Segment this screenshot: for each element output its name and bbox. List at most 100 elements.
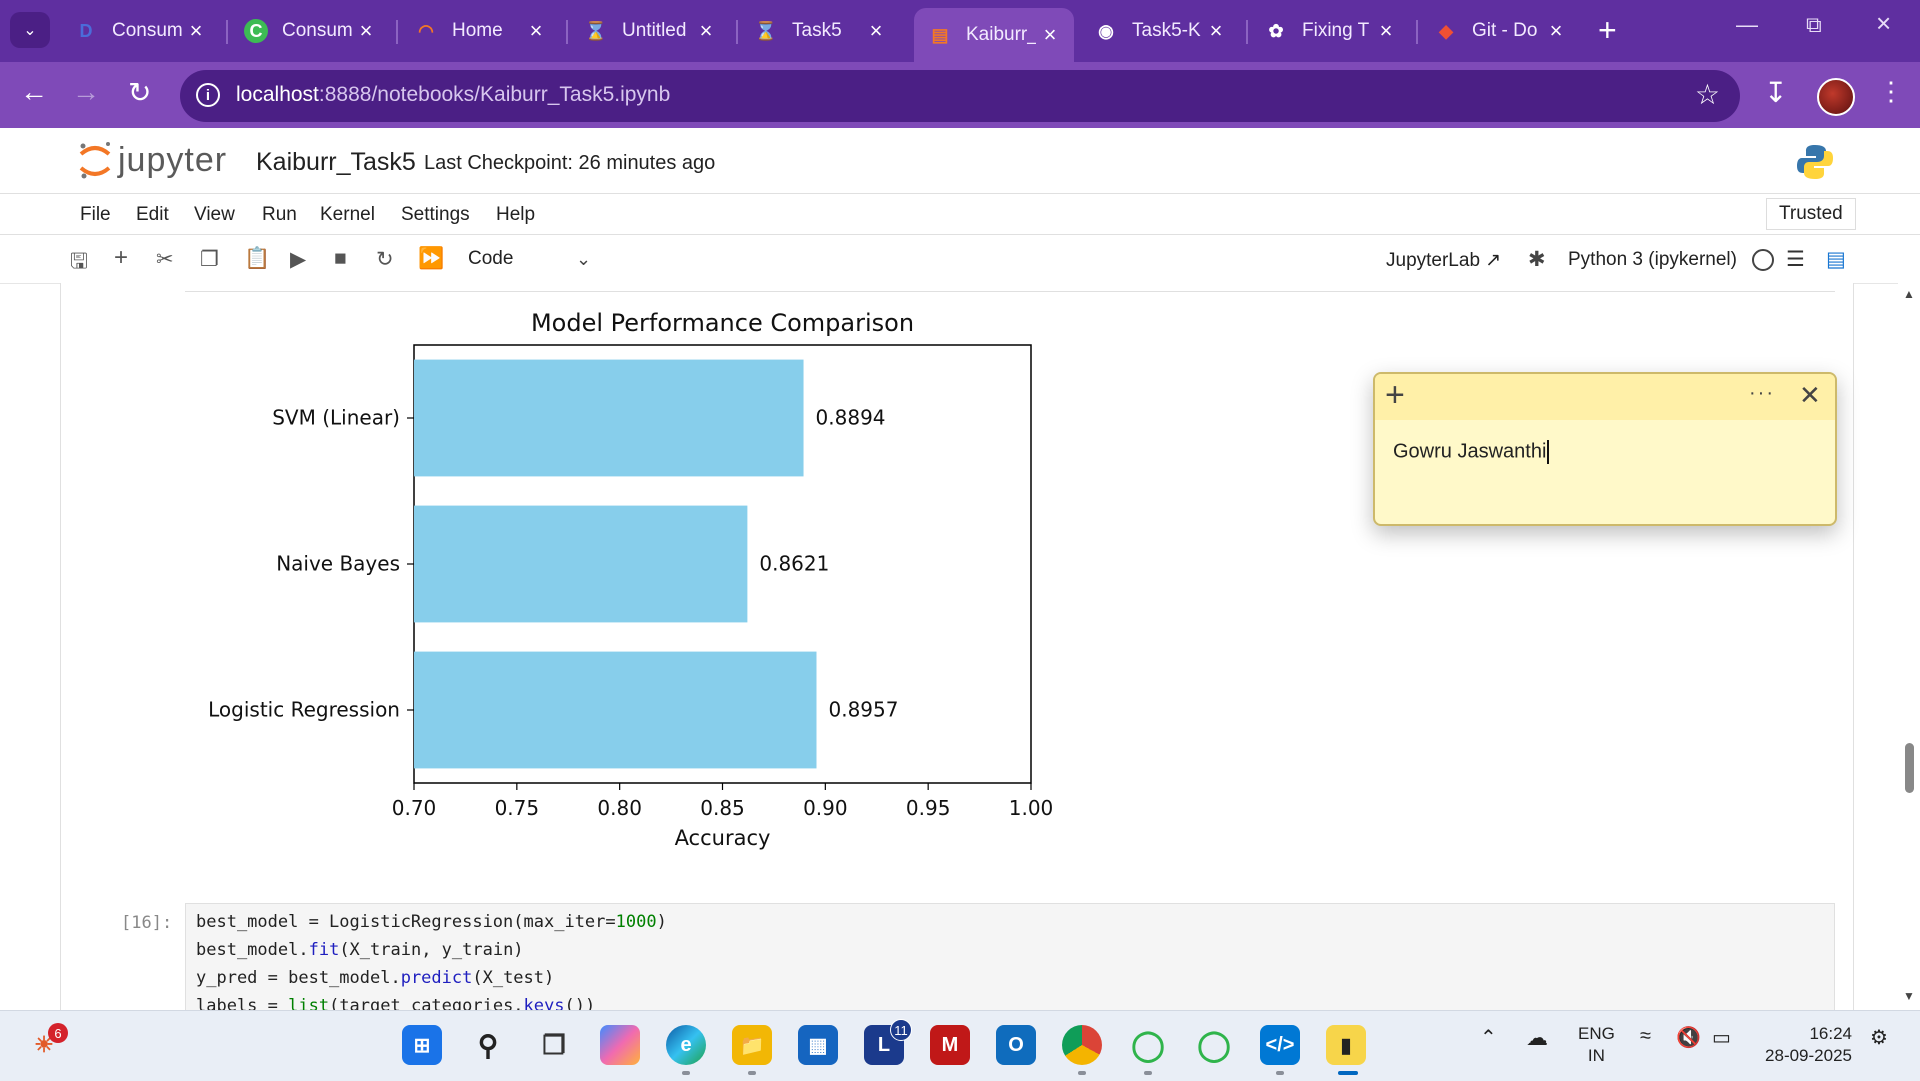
menu-settings[interactable]: Settings — [401, 204, 470, 226]
window-close-button[interactable]: × — [1876, 8, 1891, 39]
jupyter-arc-icon: ◠ — [418, 20, 434, 41]
hamburger-menu-icon[interactable]: ☰ — [1786, 247, 1805, 272]
close-icon[interactable]: × — [352, 18, 380, 44]
tab-kaiburr-active[interactable]: ▤ Kaiburr_ × — [914, 8, 1074, 62]
tab-consum-1[interactable]: D Consum × — [60, 8, 220, 54]
app-badge: 11 — [890, 1019, 912, 1041]
download-icon[interactable]: ↧ — [1764, 76, 1787, 109]
kebab-menu-icon[interactable]: ⋮ — [1878, 76, 1904, 107]
x-tick-label: 0.90 — [803, 796, 848, 820]
notification-center-icon[interactable]: ⚙ — [1870, 1025, 1888, 1050]
scroll-down-arrow-icon[interactable]: ▼ — [1903, 989, 1915, 1003]
restart-icon[interactable]: ↻ — [376, 247, 394, 272]
trusted-indicator[interactable]: Trusted — [1766, 198, 1856, 230]
add-cell-icon[interactable]: + — [114, 244, 128, 272]
cell-prompt: [16]: — [121, 913, 173, 933]
tab-task5[interactable]: ⌛ Task5 × — [740, 8, 900, 54]
file-explorer-icon[interactable]: 📁 — [732, 1025, 772, 1065]
add-note-icon[interactable]: + — [1385, 376, 1405, 415]
battery-icon[interactable]: ▭ — [1712, 1025, 1731, 1050]
notebook-scrollbar[interactable]: ▲ ▼ — [1898, 283, 1920, 1010]
menu-help[interactable]: Help — [496, 204, 535, 226]
close-icon[interactable]: × — [692, 18, 720, 44]
cell-type-select[interactable]: Code — [468, 248, 513, 270]
hourglass-icon: ⌛ — [584, 20, 608, 41]
save-icon[interactable]: 🖫 — [70, 247, 88, 282]
outlook-icon[interactable]: O — [996, 1025, 1036, 1065]
notebook-title[interactable]: Kaiburr_Task5 — [256, 148, 416, 177]
jupyter-logo[interactable]: jupyter — [78, 140, 227, 180]
kernel-name[interactable]: Python 3 (ipykernel) — [1568, 249, 1737, 271]
windows-start-icon[interactable]: ⊞ — [402, 1025, 442, 1065]
speaker-muted-icon[interactable]: 🔇 — [1676, 1025, 1701, 1050]
app-loader-icon[interactable]: ◯ — [1194, 1025, 1234, 1065]
sticky-note-header[interactable]: + ··· ✕ — [1375, 374, 1835, 420]
menu-run[interactable]: Run — [262, 204, 297, 226]
tab-git[interactable]: ◆ Git - Do × — [1420, 8, 1580, 54]
task-view-icon[interactable]: ❐ — [534, 1025, 574, 1065]
run-icon[interactable]: ▶ — [290, 247, 306, 272]
copy-icon[interactable]: ❐ — [200, 247, 219, 272]
close-icon[interactable]: × — [1036, 22, 1064, 48]
copilot-icon[interactable] — [600, 1025, 640, 1065]
scroll-up-arrow-icon[interactable]: ▲ — [1903, 287, 1915, 301]
x-tick-label: 0.80 — [597, 796, 642, 820]
clock[interactable]: 16:24 28-09-2025 — [1758, 1023, 1852, 1067]
address-bar[interactable]: i localhost:8888/notebooks/Kaiburr_Task5… — [180, 70, 1740, 122]
code-cell-editor[interactable]: best_model = LogisticRegression(max_iter… — [185, 903, 1835, 1010]
back-arrow-icon[interactable]: ← — [20, 76, 48, 108]
forward-arrow-icon[interactable]: → — [72, 76, 100, 108]
property-inspector-icon[interactable]: ▤ — [1826, 247, 1846, 272]
menu-edit[interactable]: Edit — [136, 204, 169, 226]
edge-browser-icon[interactable]: e — [666, 1025, 706, 1065]
sticky-note[interactable]: + ··· ✕ Gowru Jaswanthi — [1373, 372, 1837, 526]
close-icon[interactable]: × — [522, 18, 550, 44]
url-text[interactable]: localhost:8888/notebooks/Kaiburr_Task5.i… — [236, 83, 670, 107]
vscode-icon[interactable]: </> — [1260, 1025, 1300, 1065]
onedrive-cloud-icon[interactable]: ☁ — [1526, 1025, 1548, 1051]
tray-chevron-up-icon[interactable]: ⌃ — [1480, 1025, 1497, 1050]
wifi-icon[interactable]: ≈ — [1640, 1025, 1651, 1048]
microsoft-store-icon[interactable]: ▦ — [798, 1025, 838, 1065]
tab-home[interactable]: ◠ Home × — [400, 8, 560, 54]
menu-file[interactable]: File — [80, 204, 111, 226]
jupyterlab-link[interactable]: JupyterLab ↗ — [1386, 249, 1501, 272]
minimize-button[interactable]: — — [1736, 12, 1758, 38]
bookmark-star-icon[interactable]: ☆ — [1695, 78, 1720, 111]
sticky-note-text[interactable]: Gowru Jaswanthi — [1393, 440, 1550, 464]
new-tab-button[interactable]: + — [1598, 12, 1617, 49]
bar — [414, 359, 804, 477]
site-info-icon[interactable]: i — [196, 83, 220, 107]
app-loader-icon[interactable]: ◯ — [1128, 1025, 1168, 1065]
menu-view[interactable]: View — [194, 204, 235, 226]
cut-icon[interactable]: ✂ — [156, 247, 174, 272]
tab-fixing[interactable]: ✿ Fixing T × — [1250, 8, 1410, 54]
restore-button[interactable]: ⧉ — [1806, 12, 1822, 38]
chrome-icon[interactable] — [1062, 1025, 1102, 1065]
chevron-down-icon[interactable]: ⌄ — [576, 249, 591, 270]
close-icon[interactable]: × — [862, 18, 890, 44]
debug-bug-icon[interactable]: ✱ — [1528, 247, 1546, 272]
tab-task5-k[interactable]: ◉ Task5-K × — [1080, 8, 1240, 54]
sticky-notes-icon[interactable]: ▮ — [1326, 1025, 1366, 1065]
python-logo-icon — [1797, 145, 1833, 179]
search-icon[interactable]: ⚲ — [468, 1025, 508, 1065]
scrollbar-thumb[interactable] — [1905, 743, 1914, 793]
tab-consum-2[interactable]: C Consum × — [230, 8, 390, 54]
tab-search-button[interactable]: ⌄ — [10, 12, 50, 48]
mcafee-icon[interactable]: M — [930, 1025, 970, 1065]
close-note-icon[interactable]: ✕ — [1799, 380, 1821, 411]
reload-icon[interactable]: ↻ — [128, 76, 151, 109]
close-icon[interactable]: × — [1542, 18, 1570, 44]
profile-avatar[interactable] — [1817, 78, 1855, 116]
menu-kernel[interactable]: Kernel — [320, 204, 375, 226]
close-icon[interactable]: × — [182, 18, 210, 44]
run-all-icon[interactable]: ⏩ — [418, 247, 444, 271]
language-indicator[interactable]: ENG IN — [1578, 1023, 1615, 1067]
more-options-icon[interactable]: ··· — [1749, 382, 1775, 405]
tab-untitled[interactable]: ⌛ Untitled × — [570, 8, 730, 54]
close-icon[interactable]: × — [1202, 18, 1230, 44]
close-icon[interactable]: × — [1372, 18, 1400, 44]
stop-icon[interactable]: ■ — [334, 247, 347, 271]
paste-icon[interactable]: 📋 — [244, 247, 270, 271]
